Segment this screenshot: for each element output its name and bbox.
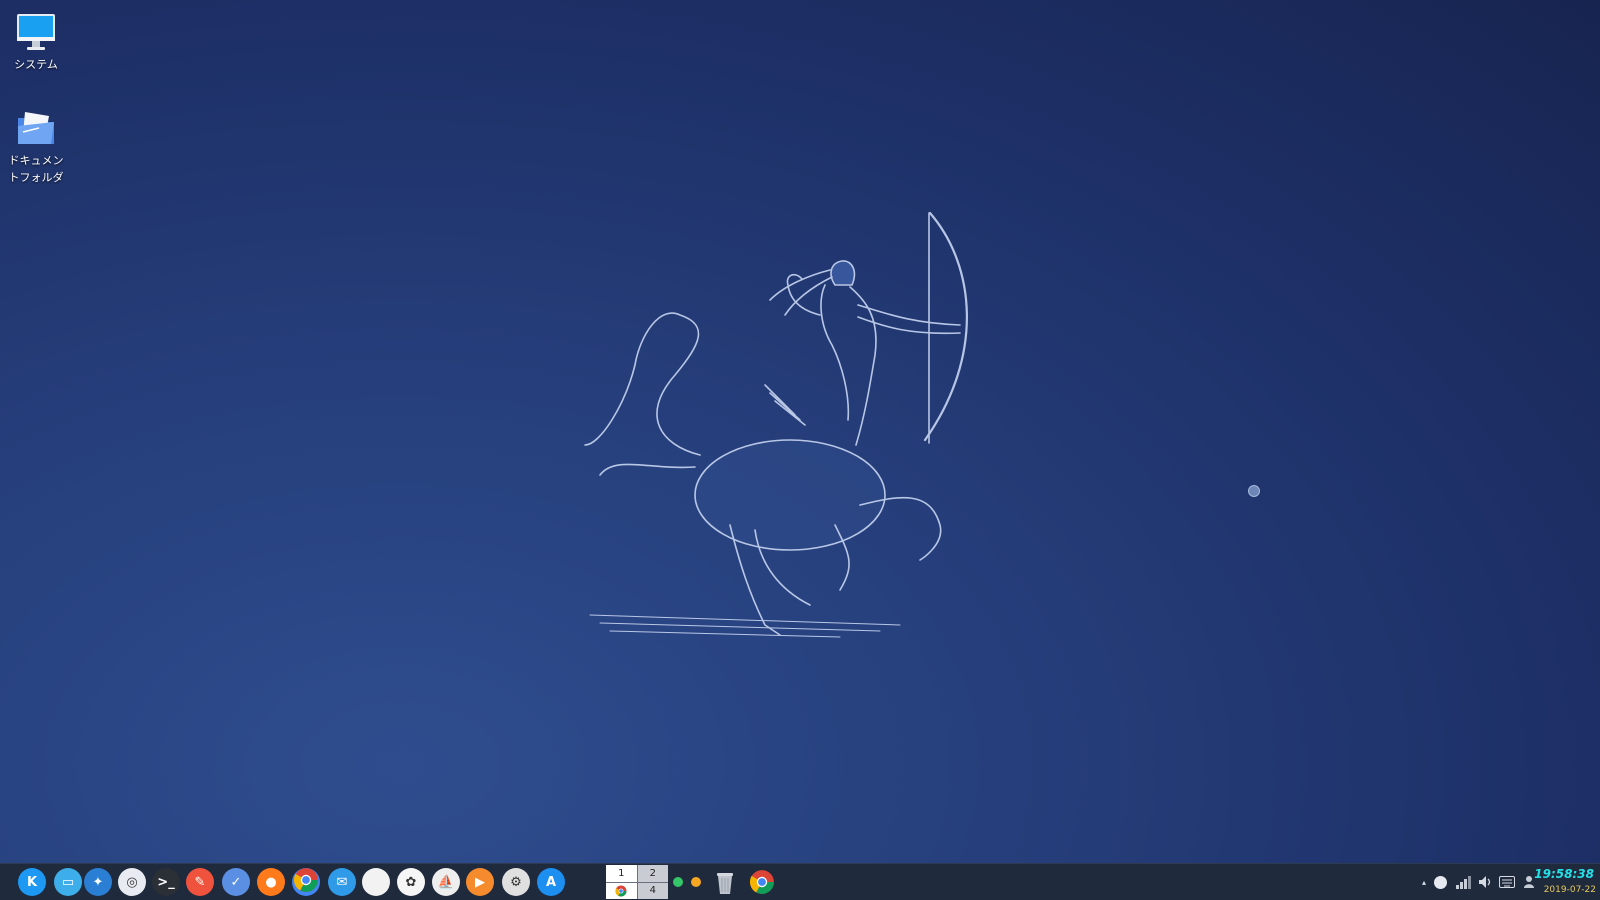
- taskbar: K ▭ ✦ ◎ >_ ✎ ✓ ● ✉ ✿ ⛵ ▶ ⚙ A 1 2 4 ▴ 19:58:38 2019-07…: [0, 863, 1600, 900]
- launcher-file-manager[interactable]: ▭: [54, 868, 82, 896]
- launcher-mail[interactable]: ✉: [328, 868, 356, 896]
- photos-icon: ✿: [405, 874, 417, 890]
- app-store-icon: A: [545, 874, 557, 890]
- launcher-screen-capture[interactable]: ◎: [118, 868, 146, 896]
- text-editor-icon: ✎: [194, 874, 206, 890]
- file-manager-icon: ▭: [61, 874, 75, 890]
- launcher-system-settings-star[interactable]: ✦: [84, 868, 112, 896]
- launcher-text-editor[interactable]: ✎: [186, 868, 214, 896]
- launcher-documents-folder[interactable]: ✓: [222, 868, 250, 896]
- launcher-app-store[interactable]: A: [537, 868, 565, 896]
- kde-menu-icon: K: [26, 874, 38, 890]
- pager-desktop-3[interactable]: [606, 882, 637, 899]
- desktop-icon-label: システム: [14, 58, 58, 71]
- wallpaper-centaur-illustration: [580, 205, 990, 655]
- pager-desktop-1[interactable]: 1: [606, 865, 637, 882]
- status-indicator-green[interactable]: [673, 877, 683, 887]
- status-indicator-orange[interactable]: [691, 877, 701, 887]
- launcher-kde-menu[interactable]: K: [18, 868, 46, 896]
- trash-icon[interactable]: [715, 869, 735, 895]
- launcher-sequel-pro[interactable]: ⛵: [432, 868, 460, 896]
- clock-date[interactable]: 2019-07-22: [1544, 885, 1596, 895]
- desktop-pager[interactable]: 1 2 4: [606, 865, 668, 899]
- keyboard-icon[interactable]: [1499, 874, 1515, 890]
- launcher-preferences[interactable]: ⚙: [502, 868, 530, 896]
- mail-icon: ✉: [336, 874, 348, 890]
- pager-desktop-2[interactable]: 2: [637, 865, 668, 882]
- folder-icon: [14, 106, 58, 150]
- monitor-icon: [14, 10, 58, 54]
- volume-icon[interactable]: [1477, 874, 1493, 890]
- mouse-cursor: [1248, 485, 1260, 497]
- documents-folder-icon: ✓: [230, 874, 242, 890]
- chrome-icon: [615, 885, 627, 897]
- task-chrome-window[interactable]: [748, 868, 776, 896]
- launcher-terminal[interactable]: >_: [152, 868, 180, 896]
- pager-desktop-4[interactable]: 4: [637, 882, 668, 899]
- sequel-pro-icon: ⛵: [437, 874, 455, 890]
- arrow-up-icon[interactable]: ▴: [1416, 874, 1432, 890]
- launcher-photos[interactable]: ✿: [397, 868, 425, 896]
- launcher-chrome[interactable]: [292, 868, 320, 896]
- launcher-firefox[interactable]: ●: [257, 868, 285, 896]
- preferences-icon: ⚙: [510, 874, 522, 890]
- desktop-icon-label: ドキュメン トフォルダ: [8, 154, 64, 184]
- chrome-icon: [293, 867, 319, 897]
- launcher-media-player[interactable]: ▶: [466, 868, 494, 896]
- terminal-icon: >_: [157, 874, 175, 890]
- screen-capture-icon: ◎: [126, 874, 138, 890]
- desktop-icon-system[interactable]: システム: [0, 10, 74, 73]
- launcher-notes[interactable]: [362, 868, 390, 896]
- firefox-icon: ●: [265, 874, 277, 890]
- chrome-icon: [749, 870, 774, 894]
- desktop-icon-documents[interactable]: ドキュメン トフォルダ: [0, 106, 74, 186]
- chat-icon[interactable]: [1432, 874, 1448, 890]
- network-icon[interactable]: [1455, 874, 1471, 890]
- clock-time[interactable]: 19:58:38: [1534, 867, 1594, 881]
- system-settings-star-icon: ✦: [92, 874, 104, 890]
- media-player-icon: ▶: [475, 874, 485, 890]
